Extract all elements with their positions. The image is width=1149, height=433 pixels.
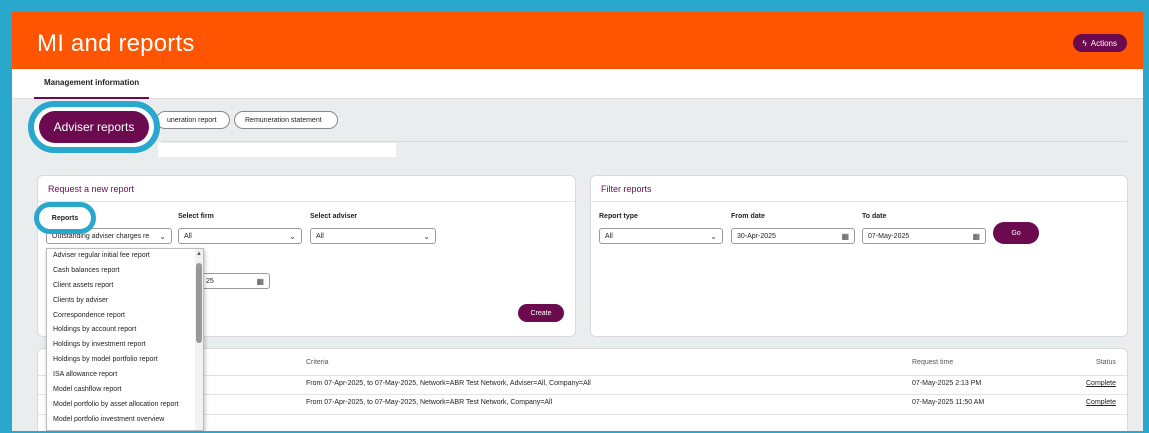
white-strip: [158, 143, 396, 157]
scrollbar-thumb[interactable]: [196, 263, 202, 343]
row-1-request-time: 07-May-2025 2:13 PM: [912, 380, 982, 387]
row-2-request-time: 07-May-2025 11:50 AM: [912, 399, 985, 406]
divider: [162, 141, 1127, 142]
select-firm-value: All: [184, 232, 192, 240]
to-date-label: To date: [862, 213, 887, 220]
report-type-select[interactable]: All ⌄: [599, 228, 723, 244]
dropdown-option[interactable]: ISA allowance report: [47, 368, 203, 383]
remuneration-report-pill[interactable]: uneration report: [156, 111, 230, 129]
dropdown-option[interactable]: Holdings by account report: [47, 323, 203, 338]
app-frame: MI and reports ϟ Actions Management info…: [12, 12, 1143, 431]
select-firm-dropdown[interactable]: All ⌄: [178, 228, 302, 244]
row-2-status-link[interactable]: Complete: [1086, 399, 1116, 406]
chevron-down-icon: ⌄: [289, 231, 296, 241]
to-date-value: 07-May-2025: [868, 232, 910, 240]
dropdown-scrollbar[interactable]: ▲: [195, 249, 203, 430]
adviser-reports-button[interactable]: Adviser reports: [39, 111, 149, 143]
remuneration-statement-pill[interactable]: Remuneration statement: [234, 111, 338, 129]
dropdown-option[interactable]: Client assets report: [47, 279, 203, 294]
row-1-status-link[interactable]: Complete: [1086, 380, 1116, 387]
from-date-value: 30-Apr-2025: [737, 232, 776, 240]
chevron-down-icon: ⌄: [159, 231, 166, 241]
dropdown-option[interactable]: Correspondence report: [47, 309, 203, 324]
request-date-value: 25: [206, 277, 214, 285]
actions-label: Actions: [1090, 38, 1117, 48]
calendar-icon[interactable]: ▦: [972, 232, 980, 241]
select-adviser-label: Select adviser: [310, 213, 358, 220]
dropdown-option[interactable]: Clients by adviser: [47, 294, 203, 309]
request-panel-title: Request a new report: [48, 184, 135, 194]
report-type-label: Report type: [599, 213, 638, 220]
dropdown-option[interactable]: Model portfolio by asset allocation repo…: [47, 398, 203, 413]
from-date-label: From date: [731, 213, 765, 220]
request-date-input[interactable]: 25 ▦: [200, 273, 270, 289]
dropdown-option[interactable]: Holdings by investment report: [47, 338, 203, 353]
panel-divider: [38, 201, 575, 202]
actions-button[interactable]: ϟ Actions: [1072, 34, 1127, 52]
filter-panel-title: Filter reports: [601, 184, 652, 194]
calendar-icon[interactable]: ▦: [256, 277, 264, 286]
report-type-value: All: [605, 232, 613, 240]
dropdown-option[interactable]: Adviser regular initial fee report: [47, 249, 203, 264]
chevron-down-icon: ⌄: [423, 231, 430, 241]
reports-label: Reports: [51, 214, 79, 222]
row-2-criteria: From 07-Apr-2025, to 07-May-2025, Networ…: [306, 399, 553, 406]
select-firm-label: Select firm: [178, 213, 214, 220]
create-button[interactable]: Create: [518, 304, 564, 322]
row-1-criteria: From 07-Apr-2025, to 07-May-2025, Networ…: [306, 380, 591, 387]
request-time-header: Request time: [912, 359, 954, 366]
filter-reports-panel: Filter reports: [590, 175, 1128, 337]
dropdown-option[interactable]: Model cashflow report: [47, 383, 203, 398]
select-adviser-value: All: [316, 232, 324, 240]
criteria-header: Criteria: [306, 359, 329, 366]
panel-divider: [591, 201, 1127, 202]
lightning-icon: ϟ: [1082, 38, 1087, 48]
dropdown-option[interactable]: Holdings by model portfolio report: [47, 353, 203, 368]
go-button[interactable]: Go: [993, 222, 1039, 244]
tab-management-information[interactable]: Management information: [34, 69, 150, 99]
page-header: MI and reports ϟ Actions: [12, 12, 1143, 69]
dropdown-option[interactable]: Model portfolio investment overview: [47, 413, 203, 428]
reports-label-highlight: Reports: [34, 202, 96, 234]
from-date-input[interactable]: 30-Apr-2025 ▦: [731, 228, 855, 244]
scroll-up-icon[interactable]: ▲: [196, 251, 202, 257]
calendar-icon[interactable]: ▦: [841, 232, 849, 241]
reports-dropdown-list: Adviser regular initial fee report Cash …: [46, 248, 204, 431]
select-adviser-dropdown[interactable]: All ⌄: [310, 228, 436, 244]
to-date-input[interactable]: 07-May-2025 ▦: [862, 228, 986, 244]
dropdown-option[interactable]: Cash balances report: [47, 264, 203, 279]
tab-bar: Management information: [12, 69, 1143, 99]
status-header: Status: [1096, 359, 1116, 366]
page-title: MI and reports: [37, 30, 195, 57]
chevron-down-icon: ⌄: [710, 231, 717, 241]
